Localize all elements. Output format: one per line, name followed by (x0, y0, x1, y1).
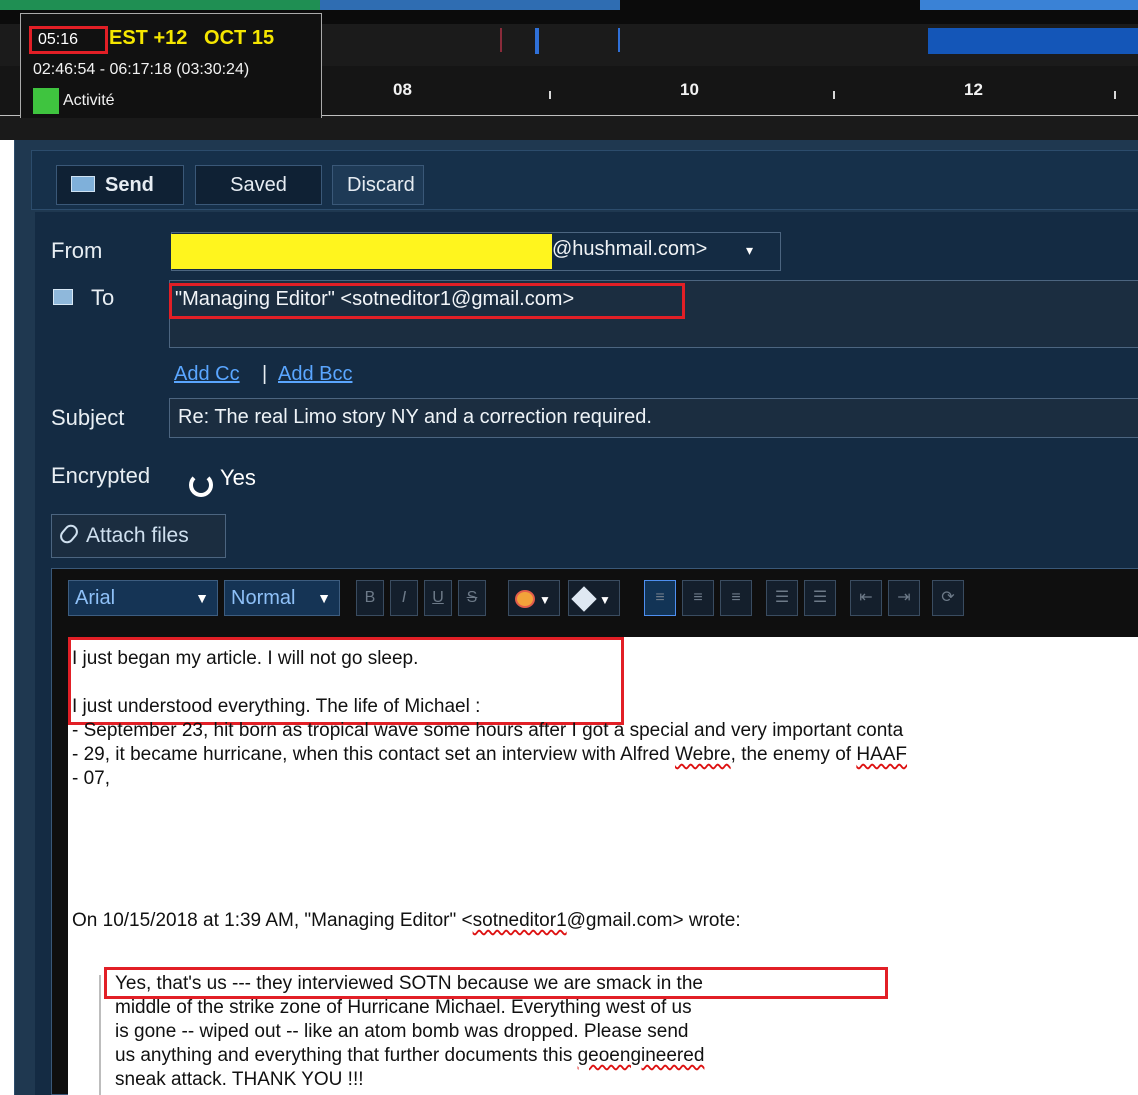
indent-button[interactable]: ⇥ (888, 580, 920, 616)
separator (0, 118, 1138, 140)
body-line: I just began my article. I will not go s… (72, 648, 419, 669)
italic-button[interactable]: I (390, 580, 418, 616)
quote-line: sneak attack. THANK YOU !!! (115, 1069, 364, 1090)
body-line: - 07, (72, 768, 111, 789)
add-bcc-link[interactable]: Add Bcc (278, 363, 352, 386)
chevron-down-icon: ▼ (599, 593, 611, 607)
body-line: - September 23, hit born as tropical wav… (72, 720, 904, 741)
email-composer: Send Saved Discard From @hushmail.com> ▾… (14, 140, 1138, 1095)
hour-label: 12 (964, 80, 983, 99)
contacts-icon[interactable] (53, 289, 73, 305)
font-select[interactable]: Arial ▼ (68, 580, 218, 616)
bold-button[interactable]: B (356, 580, 384, 616)
highlight-color-button[interactable]: ▼ (568, 580, 620, 616)
body-text: , the enemy of (730, 744, 857, 765)
font-value: Arial (75, 587, 116, 609)
quote-line: middle of the strike zone of Hurricane M… (115, 997, 692, 1018)
align-center-button[interactable]: ≡ (682, 580, 714, 616)
compose-form: From @hushmail.com> ▾ To "Managing Edito… (35, 212, 1138, 1095)
more-button[interactable]: ⟳ (932, 580, 964, 616)
align-right-button[interactable]: ≡ (720, 580, 752, 616)
activity-marker (535, 28, 539, 54)
activity-segment (320, 0, 620, 10)
editor-toolbar: Arial ▼ Normal ▼ B I U S ▼ ▼ ≡ ≡ ≡ ☰ ☰ ⇤… (68, 576, 1138, 618)
align-left-button[interactable]: ≡ (644, 580, 676, 616)
quote-line: Yes, that's us --- they interviewed SOTN… (115, 973, 703, 994)
quote-header: On 10/15/2018 at 1:39 AM, "Managing Edit… (72, 909, 741, 933)
chevron-down-icon: ▼ (317, 590, 331, 606)
attach-files-button[interactable]: Attach files (51, 514, 226, 558)
quote-line: is gone -- wiped out -- like an atom bom… (115, 1021, 689, 1042)
activity-marker (618, 28, 620, 52)
from-domain: @hushmail.com> (552, 238, 708, 260)
activity-segment (928, 28, 1138, 54)
timezone-date-label: EST +12 OCT 15 (109, 27, 275, 49)
quote-text: geoengineered (577, 1045, 705, 1066)
text-color-button[interactable]: ▼ (508, 580, 560, 616)
current-time: 05:16 (29, 26, 108, 54)
saved-button[interactable]: Saved (195, 165, 322, 205)
body-text: Webre (675, 744, 731, 765)
size-select[interactable]: Normal ▼ (224, 580, 340, 616)
activity-segment (920, 0, 1138, 10)
attach-files-label: Attach files (86, 524, 189, 547)
bullet-list-button[interactable]: ☰ (766, 580, 798, 616)
encrypted-label: Encrypted (51, 463, 151, 488)
subject-field[interactable]: Re: The real Limo story NY and a correct… (169, 398, 1138, 438)
paint-bucket-icon (571, 586, 597, 612)
encrypted-value: Yes (220, 465, 256, 490)
palette-icon (515, 590, 535, 609)
legend-swatch (33, 88, 59, 114)
chevron-down-icon: ▼ (195, 590, 209, 606)
add-cc-link[interactable]: Add Cc (174, 363, 240, 386)
subject-label: Subject (51, 405, 125, 430)
to-label: To (91, 285, 115, 310)
body-line: - 29, it became hurricane, when this con… (72, 743, 907, 767)
quote-header-text: @gmail.com> wrote: (566, 910, 741, 931)
time-range-label: 02:46:54 - 06:17:18 (03:30:24) (33, 61, 250, 78)
time-tooltip: 05:16 EST +12 OCT 15 02:46:54 - 06:17:18… (20, 13, 322, 122)
from-label: From (51, 238, 103, 263)
quote-bar (99, 975, 101, 1095)
chevron-down-icon[interactable]: ▾ (746, 242, 753, 259)
body-text: HAAF (856, 744, 908, 765)
strikethrough-button[interactable]: S (458, 580, 486, 616)
underline-button[interactable]: U (424, 580, 452, 616)
outdent-button[interactable]: ⇤ (850, 580, 882, 616)
activity-marker (500, 28, 502, 52)
discard-button[interactable]: Discard (332, 165, 424, 205)
encryption-toggle-icon[interactable] (189, 473, 213, 497)
size-value: Normal (231, 587, 296, 609)
quote-text: us anything and everything that further … (115, 1045, 578, 1066)
compose-toolbar: Send Saved Discard (31, 150, 1138, 210)
legend-label: Activité (63, 92, 115, 109)
paperclip-icon (57, 522, 81, 547)
redacted-address (171, 234, 552, 269)
hour-tick (833, 91, 835, 99)
send-button[interactable]: Send (56, 165, 184, 205)
hour-tick (549, 91, 551, 99)
quote-header-text: On 10/15/2018 at 1:39 AM, "Managing Edit… (72, 910, 473, 931)
hour-label: 10 (680, 80, 699, 99)
body-text: - 29, it became hurricane, when this con… (72, 744, 676, 765)
hour-tick (1114, 91, 1116, 99)
activity-timeline: 08 10 12 05:16 EST +12 OCT 15 02:46:54 -… (0, 0, 1138, 122)
numbered-list-button[interactable]: ☰ (804, 580, 836, 616)
send-label: Send (105, 174, 154, 196)
chevron-down-icon: ▼ (539, 593, 551, 607)
quote-header-text: sotneditor1 (472, 910, 567, 931)
to-recipient: "Managing Editor" <sotneditor1@gmail.com… (175, 288, 575, 310)
message-editor: Arial ▼ Normal ▼ B I U S ▼ ▼ ≡ ≡ ≡ ☰ ☰ ⇤… (51, 568, 1138, 1095)
message-body[interactable]: I just began my article. I will not go s… (68, 637, 1138, 1095)
quote-line: us anything and everything that further … (115, 1044, 704, 1068)
body-line: I just understood everything. The life o… (72, 696, 481, 717)
envelope-icon (71, 175, 95, 192)
cc-separator: | (262, 363, 268, 385)
hour-label: 08 (393, 80, 412, 99)
